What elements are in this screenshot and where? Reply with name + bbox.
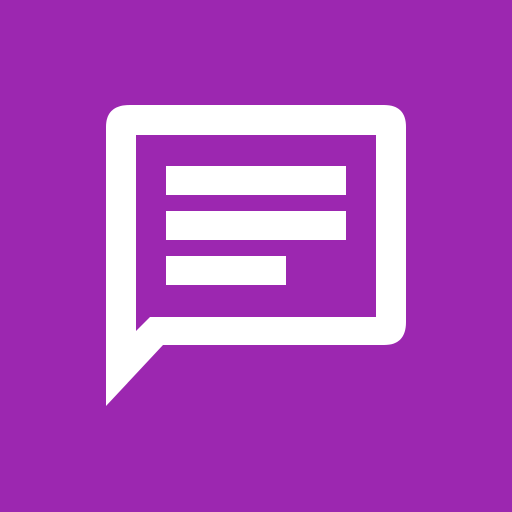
message-text-line-2 — [166, 211, 346, 240]
app-icon-tile[interactable] — [0, 0, 512, 512]
message-text-line-3 — [166, 256, 286, 285]
speech-bubble-outline — [106, 105, 406, 406]
message-bubble-icon — [106, 105, 406, 406]
message-text-line-1 — [166, 166, 346, 195]
